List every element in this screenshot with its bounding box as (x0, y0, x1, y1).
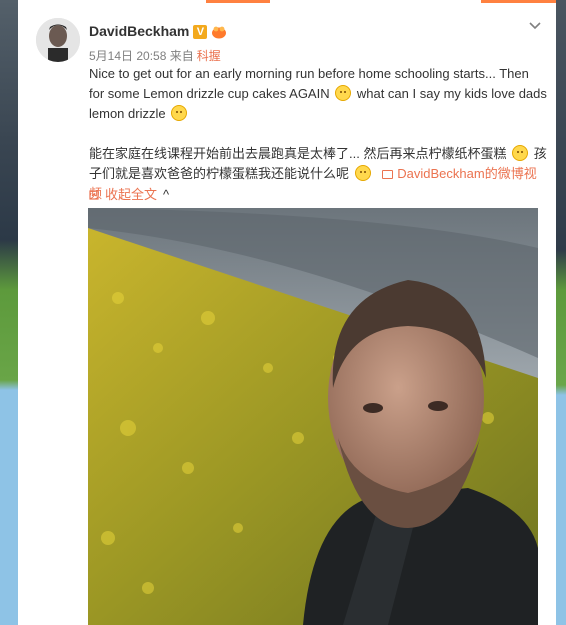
author-header: DavidBeckham V (89, 23, 227, 40)
chevron-up-icon: ^ (163, 187, 170, 202)
background-left (0, 0, 18, 625)
tab-accent-bar (481, 0, 556, 3)
video-player[interactable] (88, 208, 538, 625)
smile-emoji-icon (512, 145, 529, 161)
post-timestamp[interactable]: 5月14日 20:58 (89, 49, 166, 63)
thinking-emoji-icon (171, 105, 188, 121)
collapse-label: 收起全文 (105, 187, 158, 202)
author-name[interactable]: DavidBeckham (89, 23, 189, 39)
verified-badge: V (193, 25, 208, 40)
source-prefix: 来自 (169, 49, 194, 63)
post-text-zh-part1: 能在家庭在线课程开始前出去晨跑真是太棒了... 然后再来点柠檬纸杯蛋糕 (89, 146, 507, 161)
chevron-down-icon[interactable] (528, 18, 542, 32)
background-right (556, 0, 566, 625)
tab-accent-bar (206, 0, 270, 3)
thinking-emoji-icon (354, 165, 371, 181)
smile-emoji-icon (335, 85, 352, 101)
video-frame (88, 208, 538, 625)
avatar[interactable] (36, 18, 80, 62)
source-name[interactable]: 科握 (197, 49, 221, 63)
collapse-icon (89, 190, 99, 200)
vip-icon (212, 26, 227, 39)
weibo-post-card: DavidBeckham V 5月14日 20:58 来自 科握 Nice to g… (18, 0, 556, 625)
post-text-en: Nice to get out for an early morning run… (89, 64, 547, 124)
video-icon (382, 170, 394, 179)
collapse-button[interactable]: 收起全文 ^ (89, 184, 169, 203)
post-meta: 5月14日 20:58 来自 科握 (89, 47, 221, 64)
